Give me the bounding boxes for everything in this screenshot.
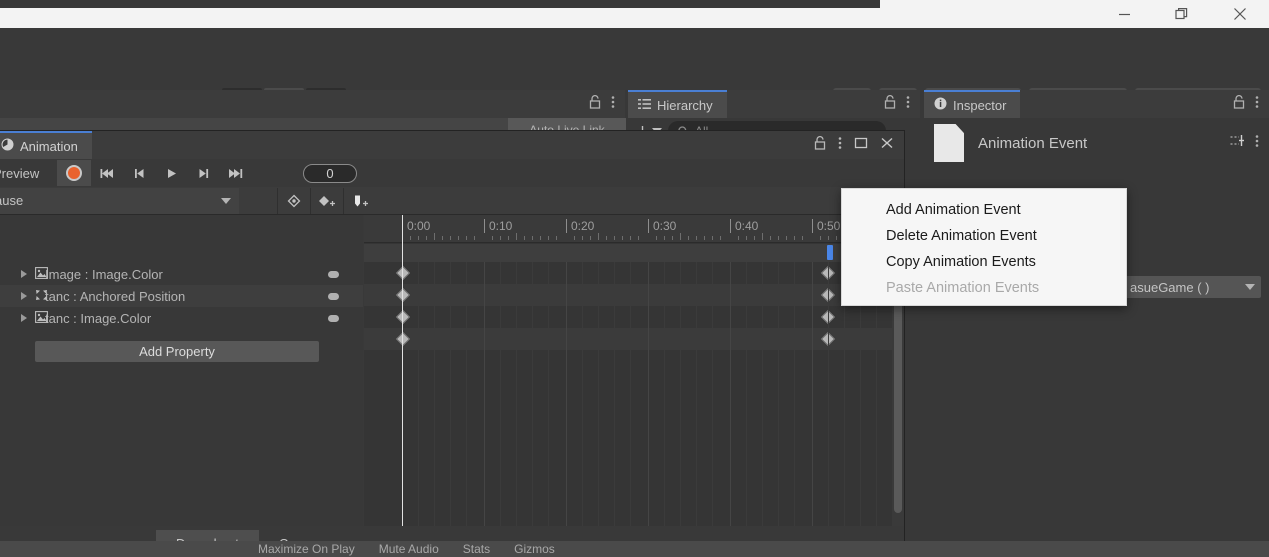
clip-name: ause bbox=[0, 193, 24, 208]
add-event-button[interactable] bbox=[277, 187, 310, 214]
menu-item-add-animation-event[interactable]: Add Animation Event bbox=[842, 197, 1126, 223]
preview-label[interactable]: Preview bbox=[0, 166, 57, 181]
timeline-grid bbox=[364, 262, 894, 556]
animation-window: Animation Preview bbox=[0, 130, 905, 557]
animation-window-controls bbox=[814, 135, 904, 155]
unity-editor-window: Account Layers Layout bbox=[0, 0, 1269, 557]
image-icon bbox=[35, 266, 48, 282]
close-icon[interactable] bbox=[1211, 0, 1269, 28]
lock-icon[interactable] bbox=[884, 94, 896, 114]
lock-icon[interactable] bbox=[1233, 94, 1245, 114]
inspector-tabbar: Inspector bbox=[924, 90, 1269, 118]
playhead[interactable] bbox=[402, 215, 403, 556]
property-row-0[interactable]: Image : Image.Color bbox=[0, 263, 363, 285]
close-icon[interactable] bbox=[880, 136, 894, 155]
document-icon bbox=[934, 124, 964, 162]
main-toolbar: Account Layers Layout bbox=[0, 28, 1269, 114]
last-frame-button[interactable] bbox=[219, 160, 251, 186]
property-toggle[interactable] bbox=[328, 314, 339, 322]
tab-inspector-label: Inspector bbox=[953, 97, 1007, 113]
clip-dropdown[interactable]: ause bbox=[0, 187, 239, 214]
lock-icon[interactable] bbox=[589, 95, 601, 114]
time-tick-label: 0:30 bbox=[648, 219, 676, 233]
scene-panel-tabbar bbox=[0, 90, 625, 118]
expand-arrow-icon[interactable] bbox=[21, 314, 27, 322]
tab-animation[interactable]: Animation bbox=[0, 131, 92, 159]
maximize-icon[interactable] bbox=[854, 136, 868, 155]
chevron-down-icon bbox=[1245, 284, 1255, 290]
tab-hierarchy-label: Hierarchy bbox=[657, 97, 713, 113]
menu-item-delete-animation-event[interactable]: Delete Animation Event bbox=[842, 223, 1126, 249]
add-keyframe-button[interactable] bbox=[310, 187, 343, 214]
animation-clip-toolbar: ause bbox=[0, 187, 904, 215]
property-row-1[interactable]: tanc : Anchored Position bbox=[0, 285, 363, 307]
kebab-menu-icon[interactable] bbox=[1255, 95, 1259, 114]
image-icon bbox=[35, 310, 48, 326]
chevron-down-icon bbox=[221, 197, 231, 204]
timeline-ruler[interactable]: 0:00 0:10 0:20 0:30 0:40 0:50 bbox=[364, 215, 894, 243]
event-track[interactable] bbox=[364, 244, 894, 262]
animation-icon bbox=[1, 138, 14, 154]
animation-event-marker[interactable] bbox=[827, 245, 833, 260]
property-row-2[interactable]: tanc : Image.Color bbox=[0, 307, 363, 329]
inspector-object-header: Animation Event bbox=[924, 118, 1269, 168]
move-icon bbox=[35, 289, 48, 304]
property-toggle[interactable] bbox=[328, 270, 339, 278]
function-dropdown[interactable]: asueGame ( ) bbox=[1120, 276, 1261, 298]
hierarchy-tabbar: Hierarchy bbox=[628, 90, 920, 118]
status-gizmos[interactable]: Gizmos bbox=[514, 542, 555, 556]
kebab-menu-icon[interactable] bbox=[906, 95, 910, 114]
time-tick-label: 0:40 bbox=[730, 219, 758, 233]
add-event-marker-button[interactable] bbox=[343, 187, 376, 214]
inspector-header-tools bbox=[1230, 134, 1269, 153]
inspector-panel: Inspector Animation Event asueGame () bbox=[924, 90, 1269, 557]
property-list: Image : Image.Color tanc : Anchored Posi… bbox=[0, 215, 363, 556]
animation-body: Image : Image.Color tanc : Anchored Posi… bbox=[0, 215, 904, 556]
inspector-object-title: Animation Event bbox=[978, 134, 1088, 152]
time-tick-label: 0:50 bbox=[812, 219, 840, 233]
add-property-button[interactable]: Add Property bbox=[35, 341, 319, 362]
inspector-tools bbox=[1233, 94, 1269, 114]
timeline-pane[interactable]: 0:00 0:10 0:20 0:30 0:40 0:50 bbox=[364, 215, 894, 556]
time-tick-label: 0:10 bbox=[484, 219, 512, 233]
preset-icon[interactable] bbox=[1230, 134, 1245, 153]
next-frame-button[interactable] bbox=[187, 160, 219, 186]
first-frame-button[interactable] bbox=[91, 160, 123, 186]
record-icon bbox=[66, 165, 82, 181]
record-button[interactable] bbox=[57, 160, 91, 186]
os-title-bar bbox=[0, 0, 1269, 28]
time-tick-label: 0:20 bbox=[566, 219, 594, 233]
status-mute-audio[interactable]: Mute Audio bbox=[379, 542, 439, 556]
kebab-menu-icon[interactable] bbox=[611, 95, 615, 114]
menu-item-copy-animation-events[interactable]: Copy Animation Events bbox=[842, 249, 1126, 275]
info-icon bbox=[934, 97, 947, 113]
status-bar: Maximize On Play Mute Audio Stats Gizmos bbox=[0, 541, 1269, 557]
restore-icon[interactable] bbox=[1153, 0, 1211, 28]
function-value: asueGame ( ) bbox=[1130, 279, 1210, 295]
animation-play-button[interactable] bbox=[155, 160, 187, 186]
animation-playback-toolbar: Preview 0 bbox=[0, 159, 904, 187]
kebab-menu-icon[interactable] bbox=[1255, 134, 1259, 153]
title-bar-dark-strip bbox=[0, 0, 880, 8]
menu-item-paste-animation-events: Paste Animation Events bbox=[886, 280, 1040, 296]
expand-arrow-icon[interactable] bbox=[21, 270, 27, 278]
tab-animation-label: Animation bbox=[20, 138, 78, 154]
lock-icon[interactable] bbox=[814, 135, 826, 155]
tab-hierarchy[interactable]: Hierarchy bbox=[628, 90, 727, 118]
animation-tabbar: Animation bbox=[0, 131, 904, 159]
animation-event-context-menu: Add Animation Event Delete Animation Eve… bbox=[841, 188, 1127, 306]
kebab-menu-icon[interactable] bbox=[838, 136, 842, 155]
tab-inspector[interactable]: Inspector bbox=[924, 90, 1021, 118]
minimize-icon[interactable] bbox=[1095, 0, 1153, 28]
window-controls bbox=[1095, 0, 1269, 28]
hierarchy-icon bbox=[638, 98, 651, 113]
time-tick-label: 0:00 bbox=[402, 219, 430, 233]
status-maximize-on-play[interactable]: Maximize On Play bbox=[258, 542, 355, 556]
current-frame-input[interactable]: 0 bbox=[303, 163, 357, 183]
property-toggle[interactable] bbox=[328, 292, 339, 300]
status-stats[interactable]: Stats bbox=[463, 542, 490, 556]
hierarchy-tools bbox=[884, 94, 920, 114]
expand-arrow-icon[interactable] bbox=[21, 292, 27, 300]
previous-frame-button[interactable] bbox=[123, 160, 155, 186]
